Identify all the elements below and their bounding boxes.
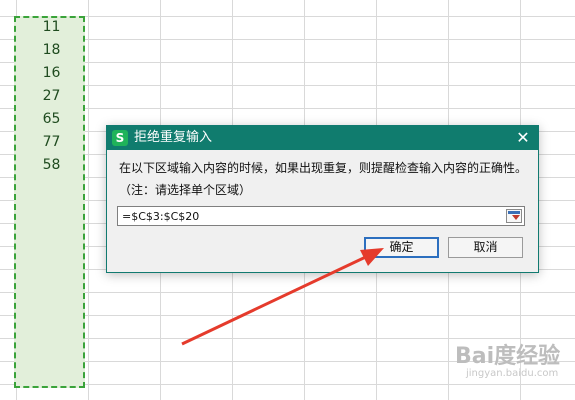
watermark-url: jingyan.baidu.com (466, 368, 559, 379)
arrow-shaft (181, 252, 373, 346)
watermark-logo: Bai度经验 (455, 344, 561, 369)
arrow-head (360, 248, 384, 266)
